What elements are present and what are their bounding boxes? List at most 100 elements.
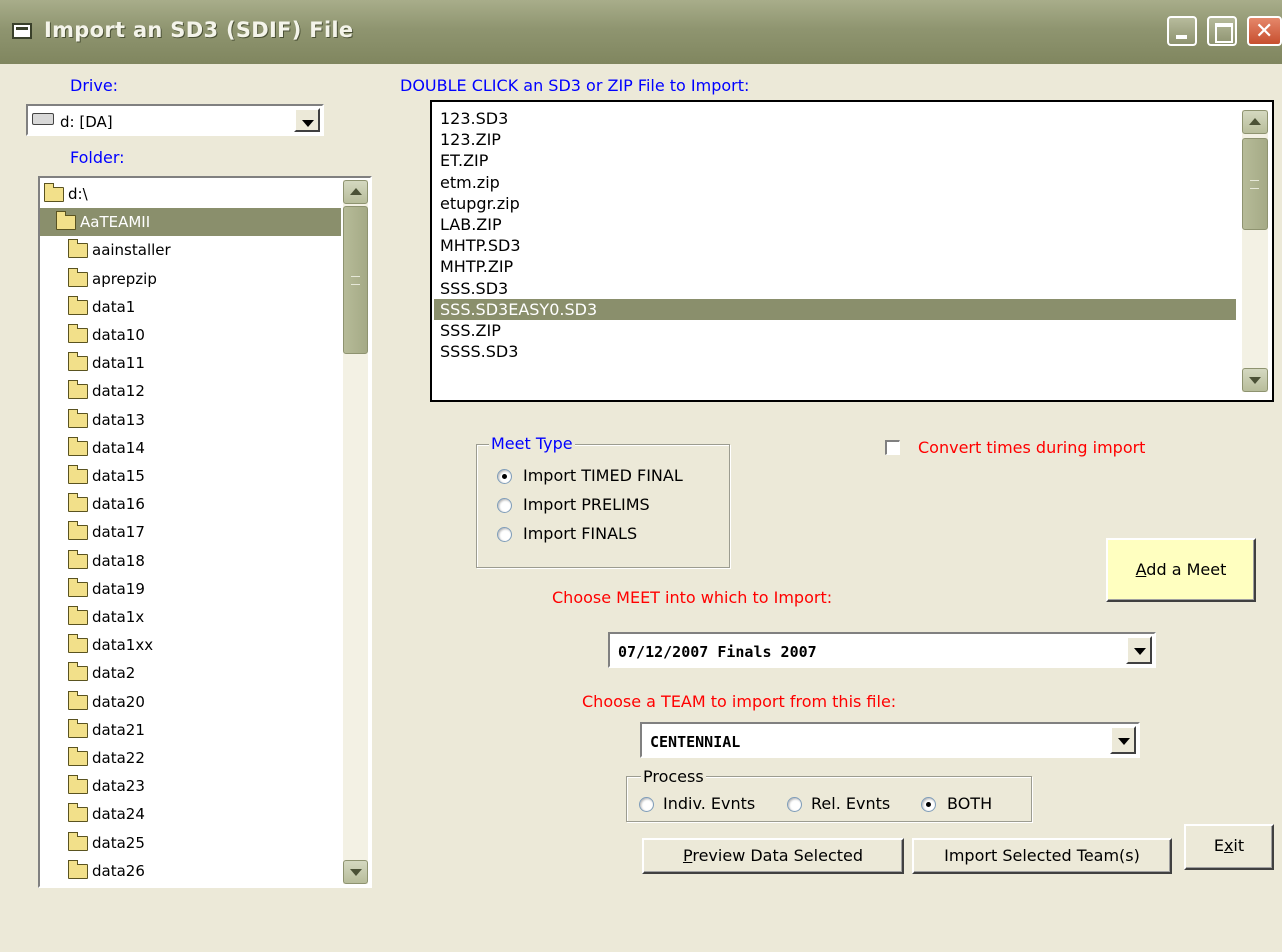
exit-button[interactable]: Exit — [1184, 824, 1274, 870]
file-list-item[interactable]: SSSS.SD3 — [434, 341, 1236, 362]
file-list-item[interactable]: etm.zip — [434, 172, 1236, 193]
file-list-item[interactable]: LAB.ZIP — [434, 214, 1236, 235]
folder-tree-item[interactable]: data23 — [40, 772, 341, 800]
meet-select[interactable]: 07/12/2007 Finals 2007 — [608, 632, 1156, 668]
folder-tree-item[interactable]: data19 — [40, 575, 341, 603]
drive-combo[interactable]: d: [DA] — [26, 104, 324, 136]
folder-tree-item[interactable]: data2 — [40, 659, 341, 687]
file-list-item[interactable]: 123.SD3 — [434, 108, 1236, 129]
file-list-item[interactable]: MHTP.SD3 — [434, 235, 1236, 256]
convert-times-checkbox[interactable] — [885, 440, 900, 455]
minimize-button[interactable] — [1167, 16, 1197, 46]
folder-tree-item[interactable]: data24 — [40, 800, 341, 828]
folder-icon — [68, 690, 88, 710]
folder-tree-item-label: data20 — [92, 692, 145, 711]
file-list-item[interactable]: SSS.SD3EASY0.SD3 — [434, 298, 1236, 320]
folder-tree-item-label: data24 — [92, 805, 145, 824]
folder-tree-item-label: data1x — [92, 608, 145, 626]
process-group: Process Indiv. Evnts Rel. Evnts BOTH — [626, 767, 1032, 822]
folder-tree-item[interactable]: data11 — [40, 349, 341, 377]
folder-tree-item-label: data11 — [92, 354, 145, 373]
folder-tree-item[interactable]: data15 — [40, 462, 341, 490]
folder-tree-item[interactable]: aainstaller — [40, 236, 341, 264]
import-selected-button[interactable]: Import Selected Team(s) — [912, 838, 1172, 874]
folder-tree-item-label: data12 — [92, 382, 145, 401]
convert-times-label: Convert times during import — [918, 438, 1146, 457]
file-scrollbar[interactable] — [1242, 110, 1268, 392]
folder-tree-item[interactable]: data14 — [40, 434, 341, 462]
folder-tree-item-label: data14 — [92, 438, 145, 457]
folder-icon — [68, 408, 88, 428]
folder-tree-item[interactable]: data25 — [40, 829, 341, 857]
folder-icon — [68, 831, 88, 851]
radio-indiv-evnts[interactable] — [639, 797, 654, 812]
file-list-item[interactable]: SSS.SD3 — [434, 278, 1236, 299]
file-list-item[interactable]: MHTP.ZIP — [434, 256, 1236, 277]
folder-tree-item[interactable]: data17 — [40, 518, 341, 546]
file-scroll-up-button[interactable] — [1242, 110, 1268, 134]
folder-tree-item-label: data19 — [92, 579, 145, 598]
meet-dropdown-button[interactable] — [1126, 636, 1152, 664]
folder-tree-item[interactable]: data12 — [40, 377, 341, 405]
folder-icon — [68, 380, 88, 400]
folder-icon — [68, 239, 88, 259]
file-list[interactable]: 123.SD3 123.ZIP ET.ZIP etm.zip etupgr.zip LAB… — [430, 100, 1274, 402]
file-scroll-down-button[interactable] — [1242, 368, 1268, 392]
option-prelims-label: Import PRELIMS — [523, 495, 650, 514]
folder-tree-item-label: data10 — [92, 326, 145, 344]
radio-finals[interactable] — [497, 527, 512, 542]
meet-select-label: Choose MEET into which to Import: — [552, 588, 833, 607]
maximize-button[interactable] — [1207, 16, 1237, 46]
file-scroll-thumb[interactable] — [1242, 138, 1268, 230]
folder-tree-item[interactable]: data18 — [40, 547, 341, 575]
folder-tree-item[interactable]: data20 — [40, 688, 341, 716]
folder-tree-item[interactable]: data22 — [40, 744, 341, 772]
folder-tree-item[interactable]: data13 — [40, 406, 341, 434]
folder-scroll-thumb[interactable] — [343, 206, 368, 354]
folder-icon — [68, 859, 88, 879]
file-list-item[interactable]: etupgr.zip — [434, 193, 1236, 214]
folder-tree-item-label: d:\ — [68, 185, 88, 203]
add-meet-accel: A — [1135, 560, 1147, 579]
folder-tree-item[interactable]: aprepzip — [40, 265, 341, 293]
preview-accel: P — [682, 846, 693, 865]
radio-rel-evnts[interactable] — [787, 797, 802, 812]
folder-tree-item[interactable]: data26 — [40, 857, 341, 885]
folder-icon — [68, 521, 88, 541]
team-select-label: Choose a TEAM to import from this file: — [582, 692, 897, 711]
preview-data-button[interactable]: Preview Data Selected — [642, 838, 904, 874]
folder-tree-item-label: data23 — [92, 777, 145, 796]
folder-scrollbar[interactable] — [343, 180, 368, 884]
team-select[interactable]: CENTENNIAL — [640, 722, 1140, 758]
add-meet-button[interactable]: Add a Meet — [1106, 538, 1256, 602]
folder-tree-item[interactable]: data16 — [40, 490, 341, 518]
folder-tree-item-label: data16 — [92, 495, 145, 514]
file-list-label: DOUBLE CLICK an SD3 or ZIP File to Impor… — [400, 76, 750, 95]
radio-both[interactable] — [921, 797, 936, 812]
folder-tree-item[interactable]: data21 — [40, 716, 341, 744]
drive-dropdown-button[interactable] — [294, 108, 320, 132]
folder-scroll-up-button[interactable] — [343, 180, 368, 204]
file-list-item[interactable]: 123.ZIP — [434, 129, 1236, 150]
file-list-item[interactable]: SSS.ZIP — [434, 320, 1236, 341]
folder-tree-item[interactable]: data1 — [40, 293, 341, 321]
folder-icon — [68, 634, 88, 654]
folder-tree-item[interactable]: data10 — [40, 321, 341, 349]
folder-icon — [68, 295, 88, 315]
folder-tree-item[interactable]: data1xx — [40, 631, 341, 659]
preview-label: review Data Selected — [692, 846, 864, 865]
folder-icon — [68, 465, 88, 484]
close-button[interactable] — [1247, 16, 1282, 46]
folder-tree-item[interactable]: d:\ — [40, 180, 341, 208]
exit-label-post: it — [1233, 836, 1245, 855]
folder-tree-item[interactable]: AaTEAMII — [40, 208, 341, 237]
folder-tree[interactable]: d:\ AaTEAMII aainstaller aprepzip data1 data1… — [38, 176, 372, 888]
drive-icon — [32, 113, 54, 125]
team-dropdown-button[interactable] — [1110, 726, 1136, 754]
radio-timed-final[interactable] — [497, 469, 512, 484]
folder-tree-item[interactable]: data1x — [40, 603, 341, 631]
folder-scroll-down-button[interactable] — [343, 860, 368, 884]
radio-prelims[interactable] — [497, 498, 512, 513]
file-list-item[interactable]: ET.ZIP — [434, 150, 1236, 171]
folder-icon — [68, 324, 88, 343]
